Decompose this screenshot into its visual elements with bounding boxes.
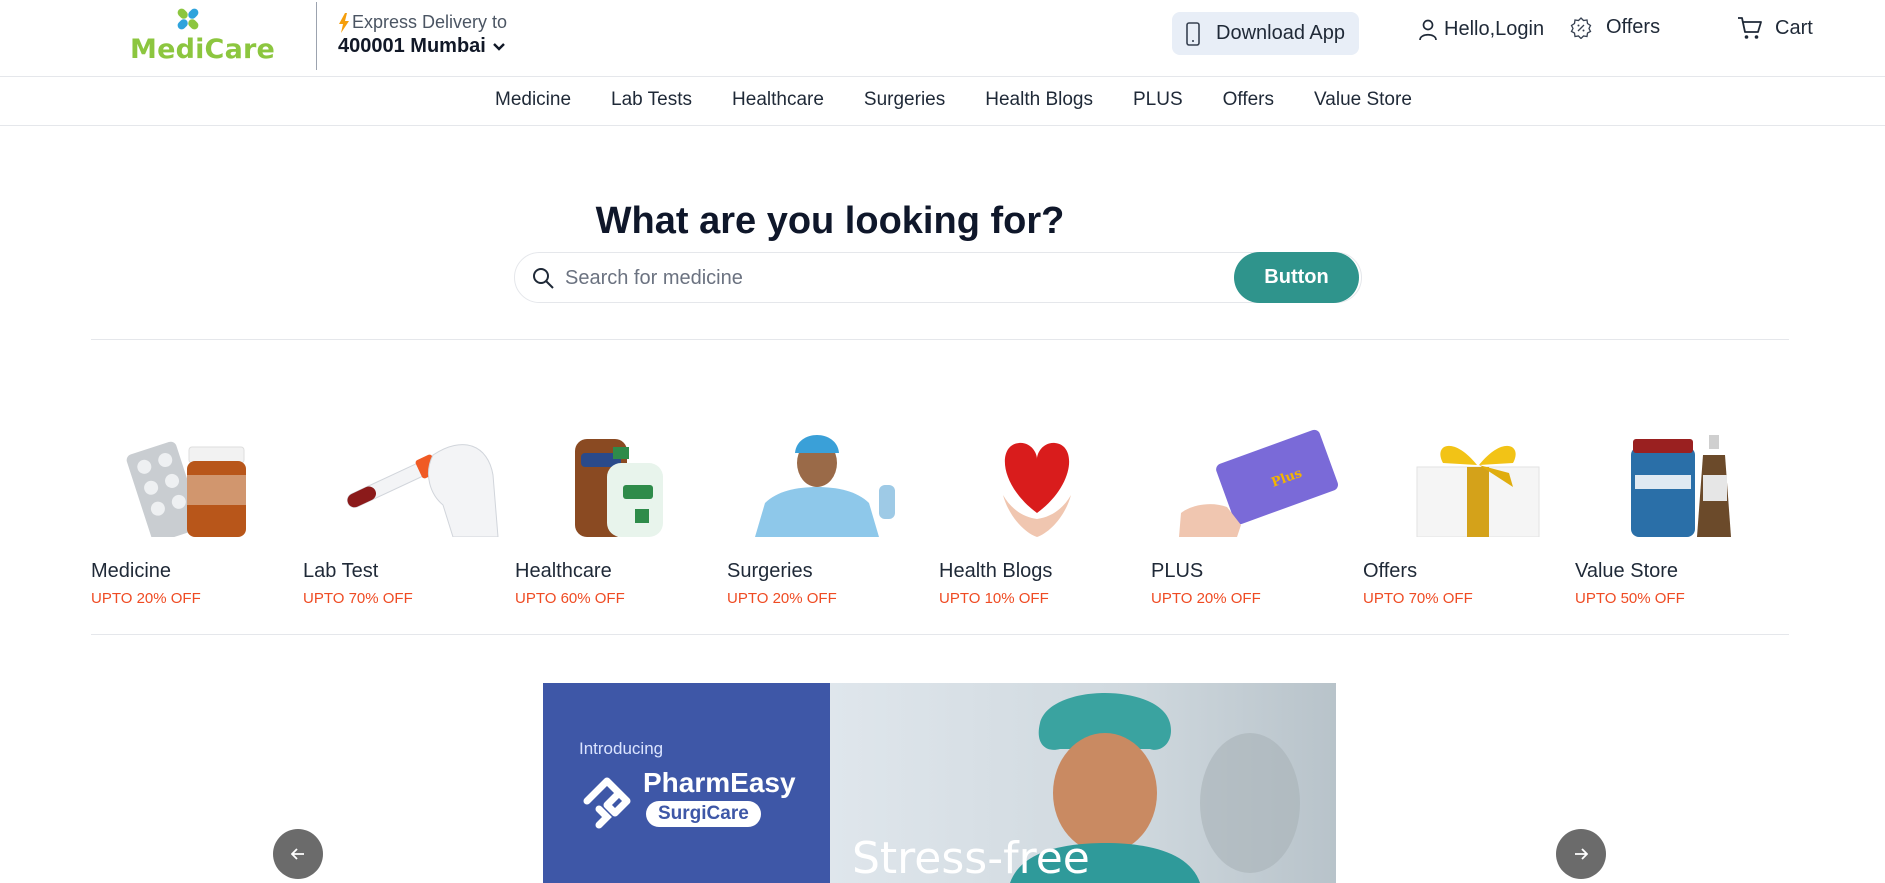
carousel-prev-button[interactable]	[273, 829, 323, 879]
category-offer: UPTO 60% OFF	[515, 590, 625, 607]
category-offer: UPTO 20% OFF	[1151, 590, 1261, 607]
nav-item-health-blogs[interactable]: Health Blogs	[985, 89, 1093, 111]
category-plus[interactable]: Plus PLUS UPTO 20% OFF	[1151, 425, 1361, 615]
banner-brand-panel: Introducing PharmEasy SurgiCare	[543, 683, 830, 883]
category-name: Healthcare	[515, 560, 612, 582]
delivery-label: Express Delivery to	[352, 12, 508, 32]
category-offer: UPTO 20% OFF	[91, 590, 201, 607]
lotion-bottles-icon	[575, 439, 663, 537]
category-name: Medicine	[91, 560, 172, 582]
medicare-logo[interactable]: MediCare	[128, 4, 275, 65]
category-health-blogs[interactable]: Health Blogs UPTO 10% OFF	[939, 425, 1149, 615]
category-name: Surgeries	[727, 560, 813, 582]
nav-item-offers[interactable]: Offers	[1223, 89, 1274, 111]
offers-button[interactable]: Offers	[1570, 16, 1660, 39]
search-bar: Button	[514, 252, 1362, 303]
nav-item-value-store[interactable]: Value Store	[1314, 89, 1412, 111]
offers-label: Offers	[1606, 16, 1661, 38]
category-offer: UPTO 70% OFF	[1363, 590, 1473, 607]
category-value-store[interactable]: Value Store UPTO 50% OFF	[1575, 425, 1785, 615]
category-offer: UPTO 10% OFF	[939, 590, 1049, 607]
search-icon	[533, 268, 554, 289]
test-tube-icon	[346, 444, 499, 537]
arrow-right-icon	[1575, 848, 1588, 860]
header: MediCare Express Delivery to 400001 Mumb…	[0, 0, 1885, 77]
search-input[interactable]	[565, 261, 1125, 295]
category-name: Value Store	[1575, 560, 1679, 582]
category-offers[interactable]: Offers UPTO 70% OFF	[1363, 425, 1573, 615]
section-divider	[91, 634, 1789, 635]
banner-sub: SurgiCare	[646, 801, 761, 827]
chevron-down-icon	[493, 42, 505, 51]
phone-icon	[1186, 21, 1200, 46]
carousel-next-button[interactable]	[1556, 829, 1606, 879]
heart-hands-icon	[1003, 442, 1071, 537]
category-lab-test[interactable]: Lab Test UPTO 70% OFF	[303, 425, 513, 615]
cart-label: Cart	[1775, 16, 1813, 39]
nav-item-medicine[interactable]: Medicine	[495, 89, 571, 111]
login-label: Hello,Login	[1444, 18, 1545, 40]
hero-title: What are you looking for?	[595, 200, 1065, 242]
download-app-button[interactable]: Download App	[1172, 12, 1359, 55]
category-offer: UPTO 20% OFF	[727, 590, 837, 607]
nav-item-plus[interactable]: PLUS	[1133, 89, 1183, 111]
lightning-icon	[339, 12, 349, 33]
header-divider	[316, 2, 317, 70]
banner-headline: Stress-free	[852, 833, 1090, 883]
location-selector[interactable]: 400001 Mumbai	[338, 35, 507, 58]
brand-name: MediCare	[130, 34, 276, 65]
user-icon	[1419, 19, 1437, 40]
category-healthcare[interactable]: Healthcare UPTO 60% OFF	[515, 425, 725, 615]
promo-banner[interactable]: Introducing PharmEasy SurgiCare Stress-f…	[543, 683, 1336, 883]
banner-image-panel: Stress-free	[830, 683, 1336, 883]
main-nav: Medicine Lab Tests Healthcare Surgeries …	[0, 77, 1885, 126]
gift-box-icon	[1416, 445, 1540, 537]
discount-badge-icon	[1570, 16, 1592, 39]
search-button[interactable]: Button	[1234, 252, 1359, 303]
logo-cross-icon	[177, 8, 199, 30]
medicine-bottle-icon	[126, 441, 246, 537]
cart-button[interactable]: Cart	[1737, 16, 1813, 40]
category-offer: UPTO 70% OFF	[303, 590, 413, 607]
plus-card-icon: Plus	[1179, 429, 1339, 537]
category-medicine[interactable]: Medicine UPTO 20% OFF	[91, 425, 301, 615]
surgeon-icon	[755, 435, 895, 537]
banner-intro: Introducing	[579, 739, 664, 758]
nav-item-lab-tests[interactable]: Lab Tests	[611, 89, 692, 111]
banner-brand: PharmEasy	[643, 767, 796, 798]
arrow-left-icon	[291, 848, 304, 860]
category-surgeries[interactable]: Surgeries UPTO 20% OFF	[727, 425, 937, 615]
delivery-pincode: 400001 Mumbai	[338, 35, 486, 57]
category-name: Health Blogs	[939, 560, 1053, 582]
download-app-label: Download App	[1216, 22, 1345, 44]
supplement-bottles-icon	[1631, 435, 1731, 537]
category-name: Lab Test	[303, 560, 379, 582]
section-divider	[91, 339, 1789, 340]
nav-item-healthcare[interactable]: Healthcare	[732, 89, 824, 111]
pharmeasy-logo-icon	[583, 777, 631, 829]
category-offer: UPTO 50% OFF	[1575, 590, 1685, 607]
category-name: PLUS	[1151, 560, 1204, 582]
nav-item-surgeries[interactable]: Surgeries	[864, 89, 945, 111]
delivery-location[interactable]: Express Delivery to 400001 Mumbai	[338, 12, 507, 58]
cart-icon	[1738, 17, 1762, 39]
category-name: Offers	[1363, 560, 1418, 582]
login-button[interactable]: Hello,Login	[1418, 18, 1544, 41]
